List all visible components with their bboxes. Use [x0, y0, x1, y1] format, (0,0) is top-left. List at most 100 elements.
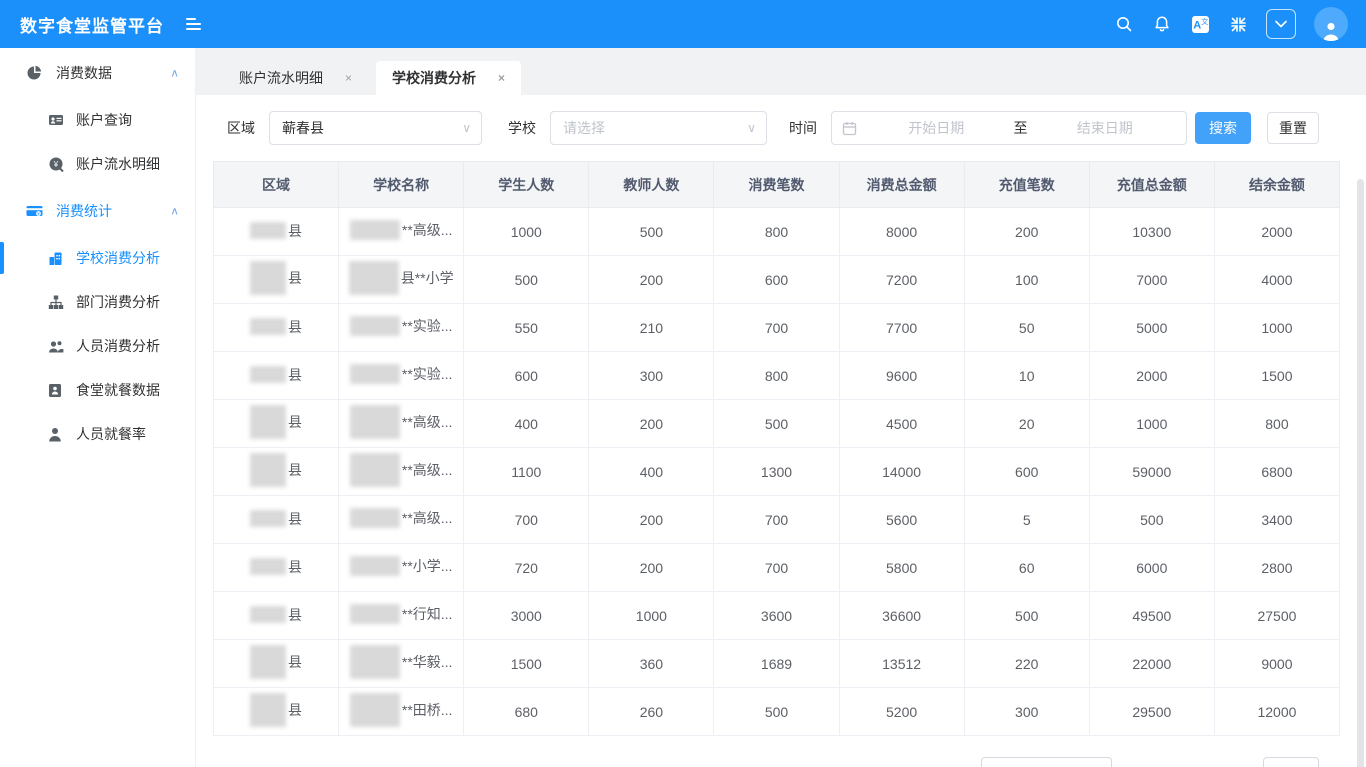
- cell-value: 5000: [1089, 304, 1214, 352]
- pie-chart-icon: [26, 65, 44, 81]
- page-size-select[interactable]: [981, 757, 1112, 767]
- sidebar: 消费数据∧账户查询¥账户流水明细¥消费统计∧学校消费分析部门消费分析人员消费分析…: [0, 48, 195, 767]
- redacted-school: [350, 453, 400, 487]
- cell-region: 县: [214, 496, 339, 544]
- cell-region: 县: [214, 352, 339, 400]
- tab-1[interactable]: 学校消费分析×: [376, 61, 521, 95]
- cell-value: 59000: [1089, 448, 1214, 496]
- cell-value: 22000: [1089, 640, 1214, 688]
- start-date-input[interactable]: 开始日期: [865, 118, 1008, 138]
- sidebar-item-1-0[interactable]: 学校消费分析: [0, 236, 195, 280]
- sidebar-item-1-4[interactable]: 人员就餐率: [0, 412, 195, 456]
- search-icon[interactable]: [1114, 14, 1134, 34]
- search-button[interactable]: 搜索: [1195, 112, 1251, 144]
- sidebar-group-label: 消费数据: [56, 63, 112, 83]
- cell-school: **高级...: [339, 400, 464, 448]
- reset-button[interactable]: 重置: [1267, 112, 1319, 144]
- date-range-picker[interactable]: 开始日期 至 结束日期: [831, 111, 1187, 145]
- vertical-scrollbar[interactable]: [1357, 179, 1364, 767]
- region-select[interactable]: 蕲春县 ∨: [269, 111, 482, 145]
- cell-region: 县: [214, 256, 339, 304]
- compress-icon[interactable]: [1228, 14, 1248, 34]
- cell-region: 县: [214, 640, 339, 688]
- cell-value: 500: [464, 256, 589, 304]
- cell-value: 700: [714, 544, 839, 592]
- sidebar-item-label: 部门消费分析: [76, 292, 160, 312]
- redacted-region: [250, 366, 286, 383]
- app-root: 数字食堂监管平台 A文 消费数据∧账户查询¥账户流水明细¥消费统计∧学校消费分: [0, 0, 1366, 767]
- cell-value: 3400: [1214, 496, 1339, 544]
- app-title: 数字食堂监管平台: [20, 12, 164, 37]
- cell-value: 300: [964, 688, 1089, 736]
- cell-region: 县: [214, 208, 339, 256]
- school-select[interactable]: 请选择 ∨: [550, 111, 767, 145]
- table-row: 县**行知...300010003600366005004950027500: [214, 592, 1340, 640]
- school-filter-label: 学校: [508, 118, 536, 138]
- cell-value: 680: [464, 688, 589, 736]
- sidebar-item-1-3[interactable]: 食堂就餐数据: [0, 368, 195, 412]
- cell-value: 12000: [1214, 688, 1339, 736]
- data-table-wrap: 区域学校名称学生人数教师人数消费笔数消费总金额充值笔数充值总金额结余金额 县**…: [213, 161, 1340, 736]
- cell-value: 8000: [839, 208, 964, 256]
- table-row: 县**实验...55021070077005050001000: [214, 304, 1340, 352]
- user-avatar[interactable]: [1314, 7, 1348, 41]
- column-header: 学生人数: [464, 162, 589, 208]
- column-header: 学校名称: [339, 162, 464, 208]
- column-header: 消费笔数: [714, 162, 839, 208]
- menu-icon[interactable]: [186, 18, 201, 30]
- cell-value: 6000: [1089, 544, 1214, 592]
- badge-icon: [48, 383, 64, 398]
- sidebar-item-1-1[interactable]: 部门消费分析: [0, 280, 195, 324]
- calendar-icon: [842, 121, 857, 136]
- sidebar-item-0-0[interactable]: 账户查询: [0, 98, 195, 142]
- cell-value: 13512: [839, 640, 964, 688]
- chevron-down-icon[interactable]: [1266, 9, 1296, 39]
- cell-value: 7200: [839, 256, 964, 304]
- cell-school: **实验...: [339, 352, 464, 400]
- redacted-school: [350, 405, 400, 439]
- cell-school: **行知...: [339, 592, 464, 640]
- redacted-school: [350, 316, 400, 336]
- cell-region: 县: [214, 592, 339, 640]
- cell-value: 500: [1089, 496, 1214, 544]
- top-bar: 数字食堂监管平台 A文: [0, 0, 1366, 48]
- redacted-region: [250, 318, 286, 335]
- redacted-school: [350, 645, 400, 679]
- sidebar-item-0-1[interactable]: ¥账户流水明细: [0, 142, 195, 186]
- cell-school: **高级...: [339, 208, 464, 256]
- org-tree-icon: [48, 295, 64, 310]
- redacted-region: [250, 606, 286, 623]
- sidebar-item-1-2[interactable]: 人员消费分析: [0, 324, 195, 368]
- cell-school: **华毅...: [339, 640, 464, 688]
- cell-value: 4500: [839, 400, 964, 448]
- page-jump-box[interactable]: [1263, 757, 1319, 767]
- cell-value: 200: [589, 256, 714, 304]
- column-header: 结余金额: [1214, 162, 1339, 208]
- bell-icon[interactable]: [1152, 14, 1172, 34]
- end-date-input[interactable]: 结束日期: [1034, 118, 1177, 138]
- tab-0[interactable]: 账户流水明细×: [223, 61, 368, 95]
- svg-text:A: A: [1193, 19, 1201, 31]
- close-icon[interactable]: ×: [498, 71, 505, 85]
- cell-value: 1100: [464, 448, 589, 496]
- table-row: 县**华毅...1500360168913512220220009000: [214, 640, 1340, 688]
- sidebar-group-0[interactable]: 消费数据∧: [0, 48, 195, 98]
- cell-value: 5600: [839, 496, 964, 544]
- cell-value: 2000: [1214, 208, 1339, 256]
- cell-value: 500: [964, 592, 1089, 640]
- redacted-region: [250, 510, 286, 527]
- sidebar-group-1[interactable]: ¥消费统计∧: [0, 186, 195, 236]
- translate-icon[interactable]: A文: [1190, 14, 1210, 34]
- cell-school: **高级...: [339, 448, 464, 496]
- cell-value: 3600: [714, 592, 839, 640]
- cell-value: 1300: [714, 448, 839, 496]
- table-row: 县县**小学500200600720010070004000: [214, 256, 1340, 304]
- cell-school: **高级...: [339, 496, 464, 544]
- cell-value: 600: [964, 448, 1089, 496]
- column-header: 区域: [214, 162, 339, 208]
- cell-value: 260: [589, 688, 714, 736]
- close-icon[interactable]: ×: [345, 71, 352, 85]
- cell-value: 1500: [464, 640, 589, 688]
- sidebar-item-label: 食堂就餐数据: [76, 380, 160, 400]
- redacted-region: [250, 261, 286, 295]
